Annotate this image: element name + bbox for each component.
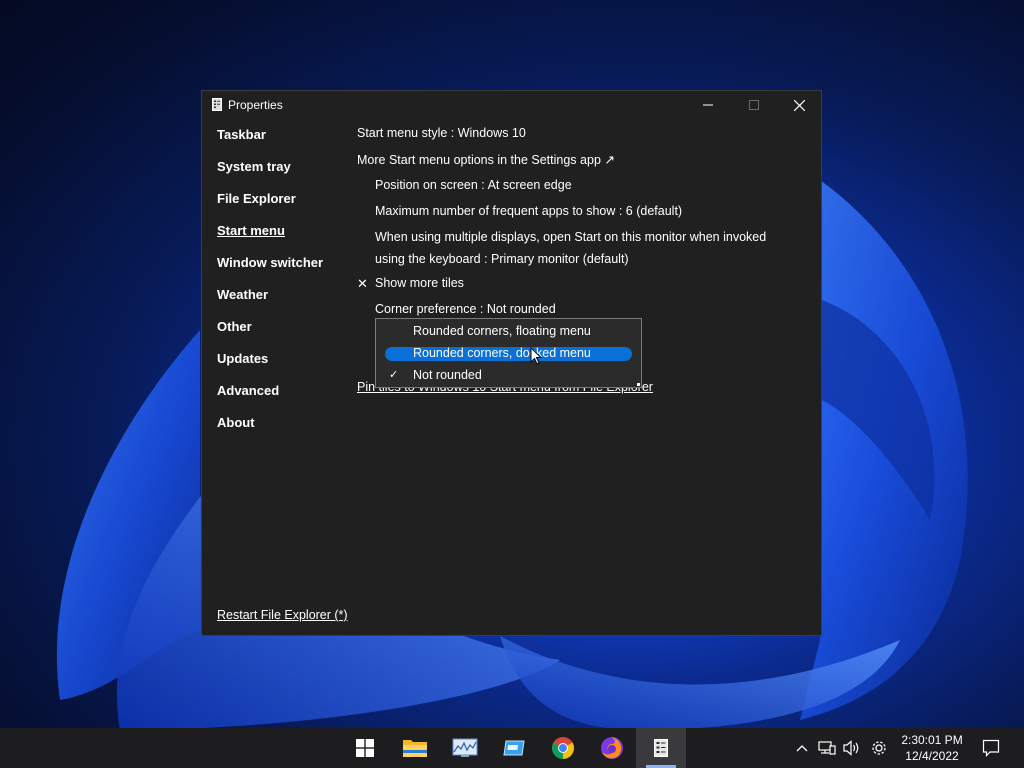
resize-grip (637, 383, 640, 386)
sidebar-item-window-switcher[interactable]: Window switcher (217, 255, 323, 270)
chevron-up-icon (796, 745, 808, 752)
title-bar[interactable]: Properties (202, 91, 821, 119)
start-menu-style-setting[interactable]: Start menu style : Windows 10 (357, 126, 526, 140)
maximize-icon (749, 100, 759, 110)
taskbar-properties-app[interactable] (646, 734, 676, 762)
checkmark-icon: ✓ (389, 369, 399, 381)
window-title: Properties (228, 98, 283, 112)
properties-app-icon (654, 739, 668, 757)
mouse-cursor-icon (530, 347, 542, 365)
option-label: Not rounded (413, 368, 482, 382)
sidebar-item-start-menu[interactable]: Start menu (217, 223, 285, 238)
option-label: Rounded corners, floating menu (413, 324, 591, 338)
sidebar-item-taskbar[interactable]: Taskbar (217, 127, 266, 142)
volume-button[interactable] (840, 737, 862, 759)
multi-display-setting[interactable]: When using multiple displays, open Start… (375, 226, 795, 270)
clock-time: 2:30:01 PM (901, 733, 963, 747)
notification-icon (982, 739, 1000, 757)
file-explorer-icon (403, 740, 427, 757)
minimize-button[interactable] (685, 91, 731, 119)
settings-tray-button[interactable] (868, 737, 890, 759)
sidebar-item-file-explorer[interactable]: File Explorer (217, 191, 296, 206)
taskbar-app-window[interactable] (499, 734, 529, 762)
close-button[interactable] (776, 91, 822, 119)
network-button[interactable] (816, 737, 838, 759)
performance-monitor-icon (452, 738, 478, 757)
maximize-button[interactable] (731, 91, 777, 119)
dropdown-option-not-rounded[interactable]: ✓ Not rounded (385, 368, 632, 383)
clock-date: 12/4/2022 (905, 749, 959, 763)
firefox-icon (601, 737, 623, 759)
close-icon (793, 99, 805, 111)
restart-file-explorer-link[interactable]: Restart File Explorer (*) (217, 608, 348, 622)
network-icon (818, 741, 836, 755)
minimize-icon (703, 104, 713, 106)
gear-icon (872, 741, 886, 755)
notifications-button[interactable] (980, 737, 1002, 759)
taskbar: 2:30:01 PM 12/4/2022 (0, 728, 1024, 768)
taskbar-chrome[interactable] (548, 734, 578, 762)
checkbox-x-icon: ✕ (357, 276, 368, 291)
app-window-icon (503, 740, 525, 756)
volume-icon (843, 740, 859, 756)
show-more-tiles-label: Show more tiles (375, 276, 464, 290)
corner-preference-setting[interactable]: Corner preference : Not rounded (375, 302, 556, 316)
start-windows-icon (356, 739, 374, 757)
sidebar-item-advanced[interactable]: Advanced (217, 383, 279, 398)
position-on-screen-setting[interactable]: Position on screen : At screen edge (375, 178, 572, 192)
dropdown-option-rounded-floating[interactable]: Rounded corners, floating menu (385, 324, 632, 339)
sidebar-item-about[interactable]: About (217, 415, 255, 430)
chrome-icon (552, 737, 574, 759)
more-options-link[interactable]: More Start menu options in the Settings … (357, 152, 615, 167)
option-label: Rounded corners, docked menu (413, 346, 591, 360)
corner-preference-dropdown: Rounded corners, floating menu Rounded c… (375, 318, 642, 388)
start-button[interactable] (350, 734, 380, 762)
show-hidden-icons-button[interactable] (791, 737, 813, 759)
taskbar-firefox[interactable] (597, 734, 627, 762)
properties-window: Properties Taskbar System tray File Expl… (201, 90, 822, 636)
taskbar-clock[interactable]: 2:30:01 PM 12/4/2022 (896, 732, 968, 764)
sidebar-item-other[interactable]: Other (217, 319, 252, 334)
sidebar-item-weather[interactable]: Weather (217, 287, 268, 302)
taskbar-performance-monitor[interactable] (450, 734, 480, 762)
properties-app-icon (212, 98, 222, 111)
max-frequent-apps-setting[interactable]: Maximum number of frequent apps to show … (375, 204, 682, 218)
show-more-tiles-checkbox[interactable]: ✕ Show more tiles (357, 276, 557, 292)
sidebar-item-updates[interactable]: Updates (217, 351, 268, 366)
sidebar-item-system-tray[interactable]: System tray (217, 159, 291, 174)
dropdown-option-rounded-docked[interactable]: Rounded corners, docked menu (385, 346, 632, 361)
taskbar-file-explorer[interactable] (400, 734, 430, 762)
